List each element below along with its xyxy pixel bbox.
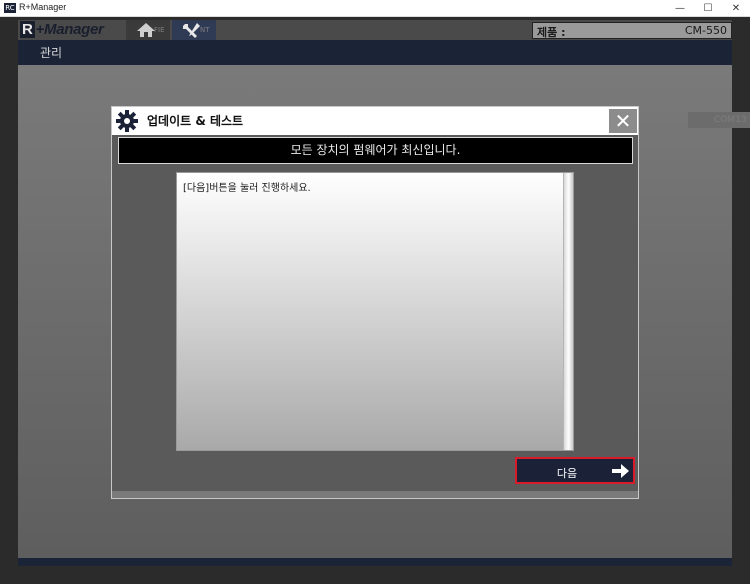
logo-text: +Manager (35, 21, 104, 38)
home-icon (136, 22, 156, 42)
dialog-close-button[interactable]: ✕ (609, 109, 637, 133)
dialog-title: 업데이트 & 테스트 (147, 114, 244, 128)
log-textarea[interactable]: [다음]버튼을 눌러 진행하세요. (176, 172, 574, 451)
next-button-label: 다음 (556, 467, 578, 480)
maximize-button[interactable]: ☐ (694, 0, 722, 17)
status-banner: 모든 장치의 펌웨어가 최신입니다. (118, 137, 633, 164)
log-scrollbar[interactable] (563, 173, 573, 450)
log-text: [다음]버튼을 눌러 진행하세요. (183, 183, 311, 194)
footer-bar (18, 558, 732, 566)
product-value: CM-550 (684, 24, 727, 37)
tab-home[interactable]: FIE (126, 20, 170, 40)
window-title: R+Manager (19, 2, 67, 12)
minimize-button[interactable]: — (666, 0, 694, 17)
next-button[interactable]: 다음 (515, 457, 635, 484)
window-close-button[interactable]: ✕ (722, 0, 750, 17)
app-icon: RC (4, 3, 16, 13)
product-label: 제품 : (537, 26, 566, 39)
app-logo: R +Manager (20, 21, 104, 38)
arrow-right-icon (610, 461, 630, 484)
logo-r: R (20, 21, 35, 38)
product-display: 제품 : CM-550 (532, 22, 732, 39)
tools-icon (182, 22, 202, 42)
tab-tools-label: NT (200, 26, 210, 34)
tab-tools[interactable]: NT (172, 20, 216, 40)
com-port-badge: COM13 (688, 112, 750, 128)
app-header: R +Manager FIE NT 제품 : CM-550 (18, 20, 732, 40)
subnav-bar: 관리 (18, 40, 732, 65)
tab-home-label: FIE (154, 26, 165, 34)
update-test-dialog: 업데이트 & 테스트 ✕ 모든 장치의 펌웨어가 최신입니다. [다음]버튼을 … (111, 106, 639, 499)
window-titlebar: RC R+Manager — ☐ ✕ (0, 0, 750, 17)
dialog-footer-strip (112, 491, 638, 498)
dialog-header: 업데이트 & 테스트 ✕ (112, 107, 638, 135)
gear-icon (115, 109, 139, 137)
subnav-manage[interactable]: 관리 (40, 44, 62, 61)
